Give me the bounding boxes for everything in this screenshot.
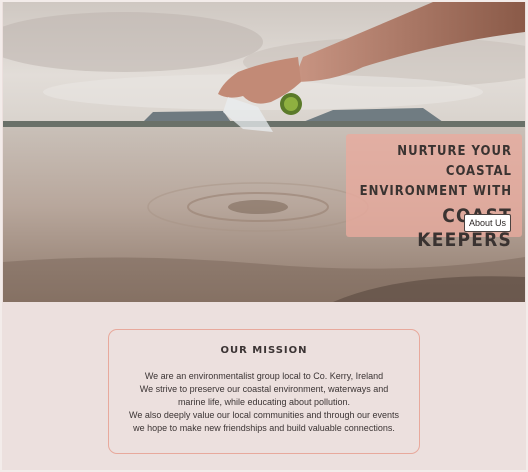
mission-text-line: we hope to make new friendships and buil… — [133, 423, 395, 433]
mission-text-line: marine life, while educating about pollu… — [177, 397, 351, 407]
hero-headline-line-1: NURTURE YOUR COASTAL — [397, 144, 512, 179]
about-us-button[interactable]: About Us — [463, 214, 511, 232]
mission-title: OUR MISSION — [220, 345, 308, 356]
mission-text-line: We are an environmentalist group local t… — [144, 371, 384, 381]
mission-text-line: We strive to preserve our coastal enviro… — [139, 384, 389, 394]
mission-card: OUR MISSION We are an environmentalist g… — [108, 329, 420, 454]
hero-headline-card: NURTURE YOUR COASTAL ENVIRONMENT WITH CO… — [346, 134, 522, 251]
hero-headline-line-2: ENVIRONMENT WITH — [359, 184, 512, 199]
hero-image: NURTURE YOUR COASTAL ENVIRONMENT WITH CO… — [3, 2, 525, 302]
mission-text-line: We also deeply value our local communiti… — [129, 410, 399, 420]
